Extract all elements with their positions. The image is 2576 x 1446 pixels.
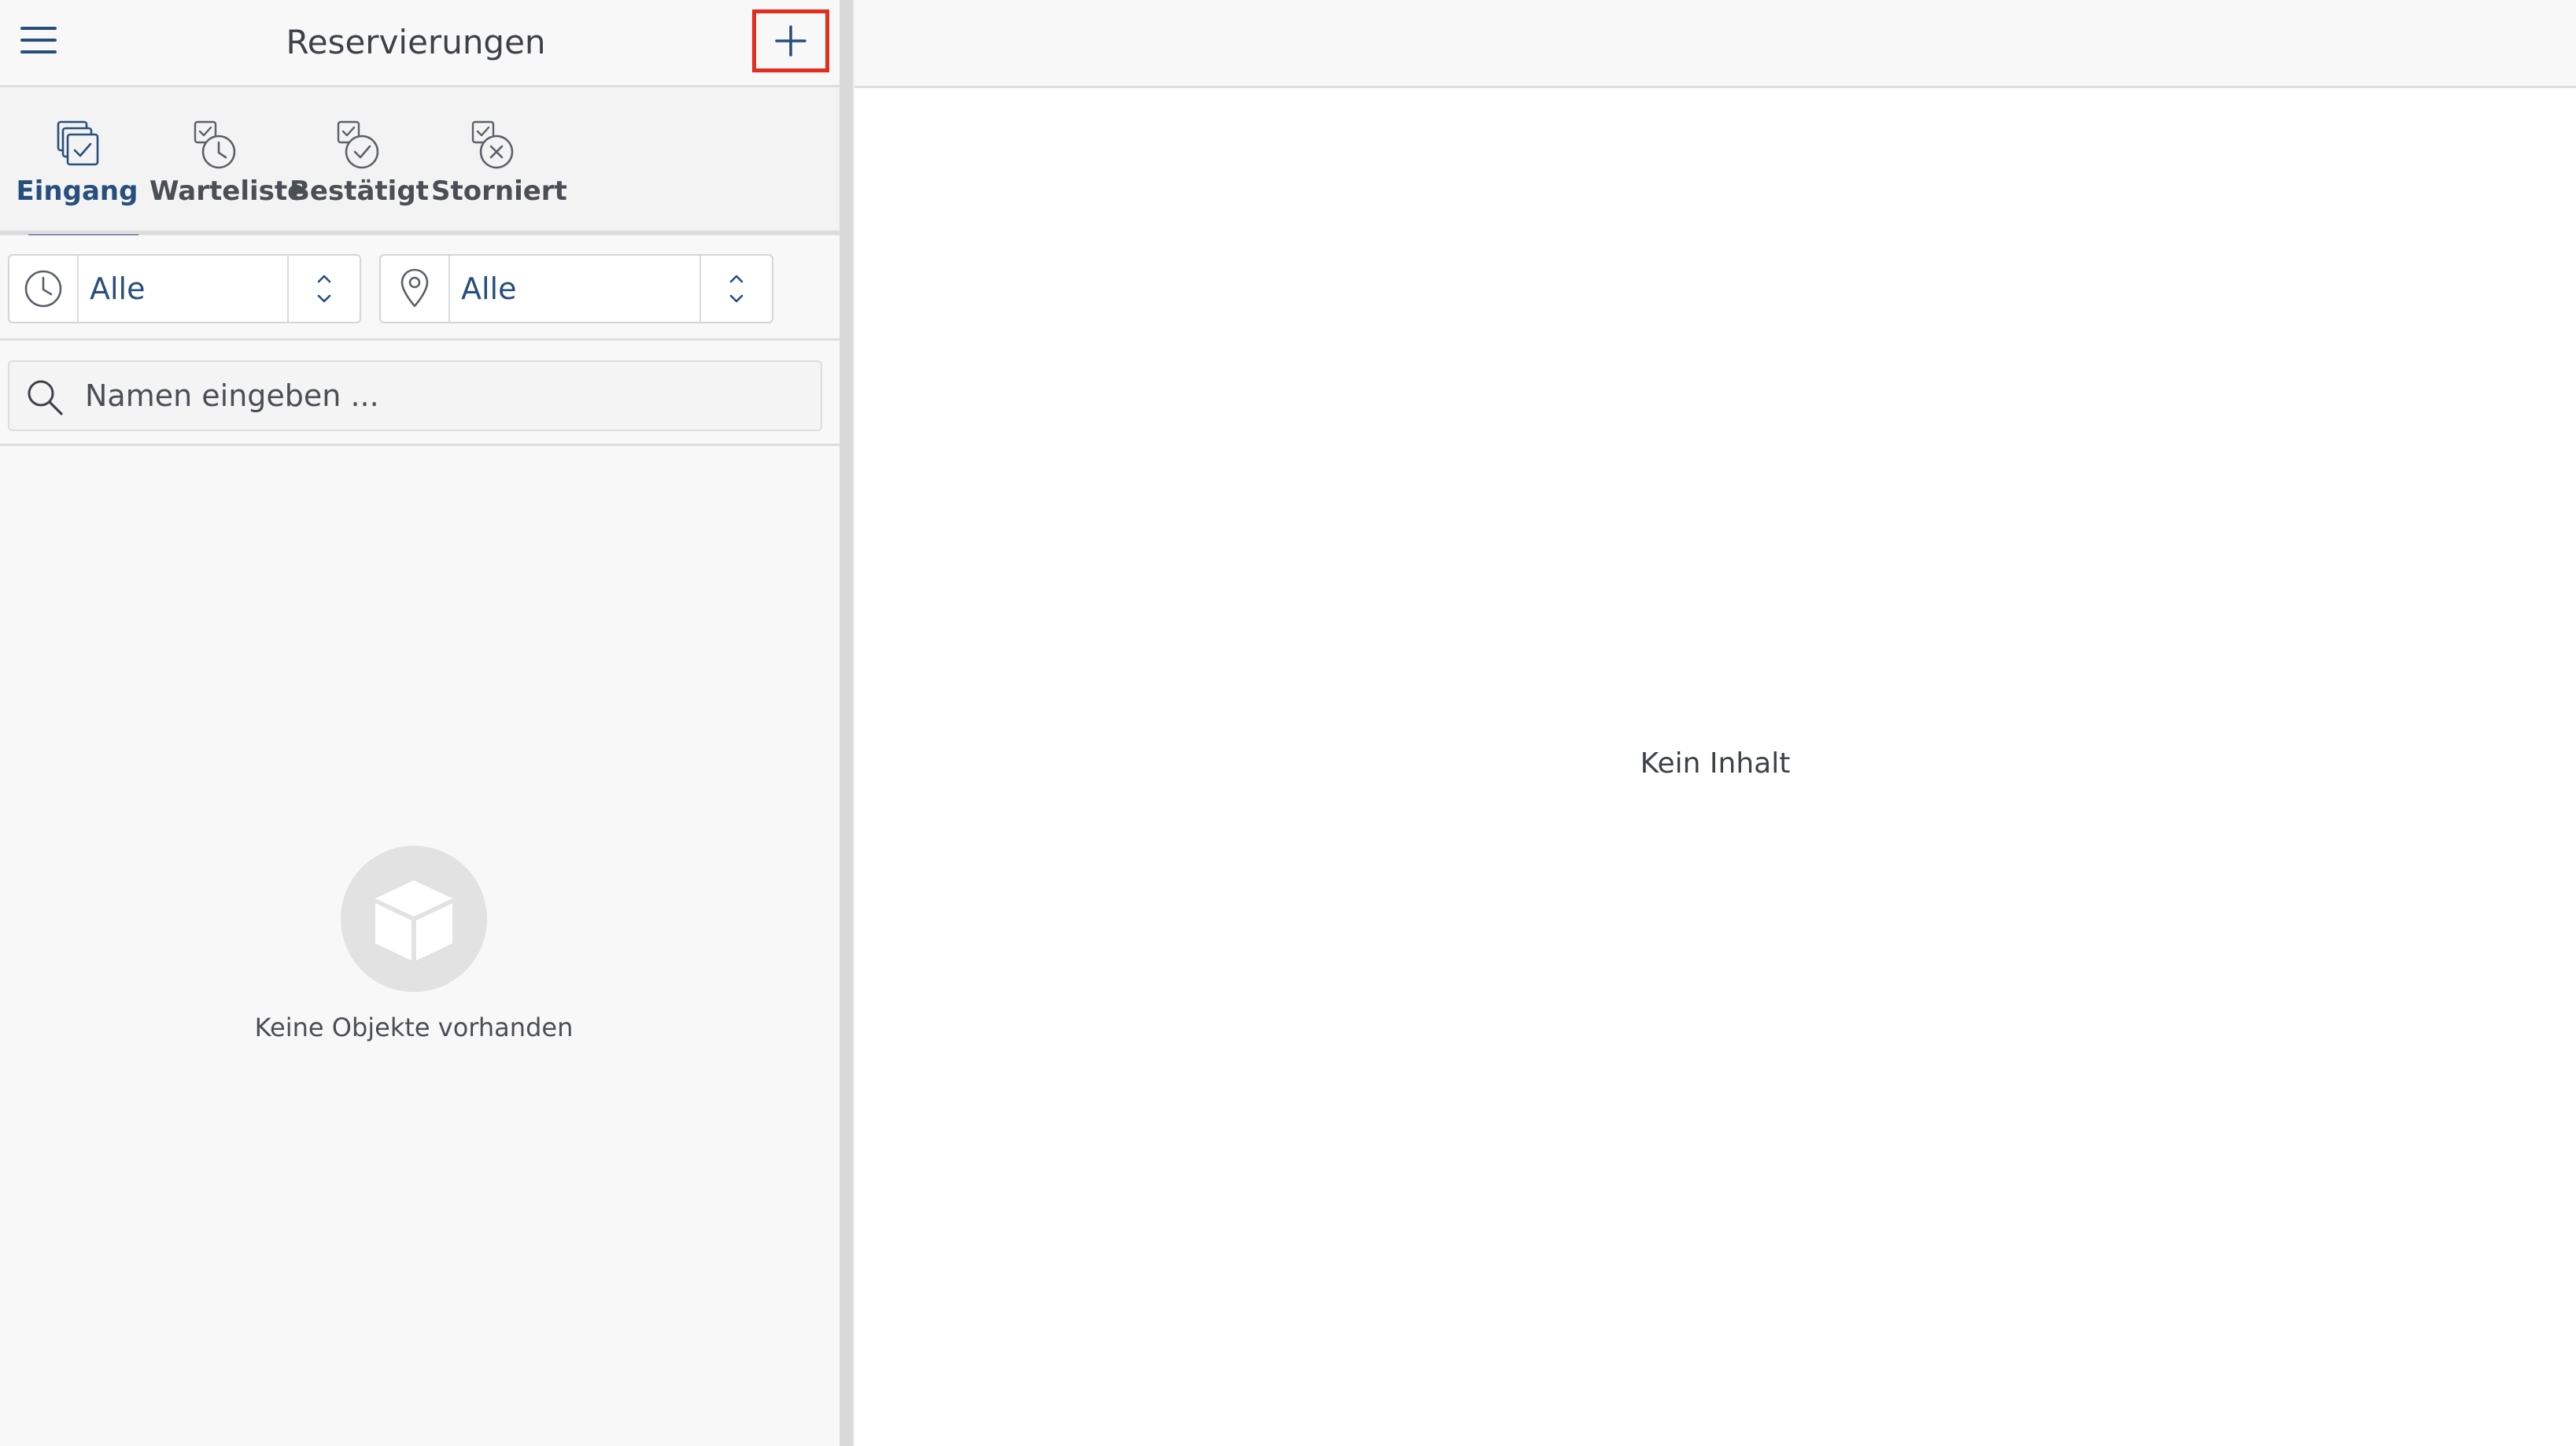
location-filter-stepper[interactable] [699,256,772,322]
clock-icon [9,256,79,322]
tab-bestaetigt[interactable]: Bestätigt [290,87,429,235]
time-filter-value: Alle [90,271,146,306]
empty-list-text: Keine Objekte vorhanden [254,1013,574,1042]
status-tabs: Eingang Warteliste Bestätigt Storniert [0,87,840,240]
box-icon [341,846,487,992]
empty-list-state: Keine Objekte vorhanden [0,846,828,1042]
add-reservation-button[interactable] [752,9,829,72]
list-header: Reservierungen [0,0,840,87]
cancel-circle-icon [471,120,514,169]
app-window: Reservierungen Eingang Warteliste Bestät… [0,0,2576,1446]
divider [0,444,840,446]
chevron-up-down-icon [729,275,744,303]
clock-waitlist-icon [194,120,236,169]
inbox-stack-icon [57,120,99,166]
plus-icon [775,25,806,57]
tab-warteliste[interactable]: Warteliste [149,87,306,235]
tab-eingang-label: Eingang [16,175,138,207]
location-filter-value: Alle [461,271,517,306]
tab-eingang[interactable]: Eingang [16,87,138,240]
search-icon [28,380,63,415]
location-filter-select[interactable]: Alle [379,254,773,323]
page-title: Reservierungen [286,23,546,61]
check-circle-icon [337,120,379,169]
detail-header [854,0,2576,88]
tab-storniert-label: Storniert [431,175,567,207]
filter-bar: Alle Alle [0,235,840,341]
reservations-list-panel: Reservierungen Eingang Warteliste Bestät… [0,0,840,1446]
chevron-up-down-icon [317,275,331,303]
search-input[interactable] [85,362,809,430]
detail-panel: Kein Inhalt [854,0,2576,1446]
time-filter-select[interactable]: Alle [8,254,361,323]
panel-splitter[interactable] [840,0,854,1446]
tab-storniert[interactable]: Storniert [431,87,567,235]
tab-bestaetigt-label: Bestätigt [290,175,429,207]
detail-empty-text: Kein Inhalt [1640,747,1791,780]
location-pin-icon [381,256,450,322]
tab-warteliste-label: Warteliste [149,175,306,207]
name-search-box [8,360,822,431]
time-filter-stepper[interactable] [287,256,360,322]
